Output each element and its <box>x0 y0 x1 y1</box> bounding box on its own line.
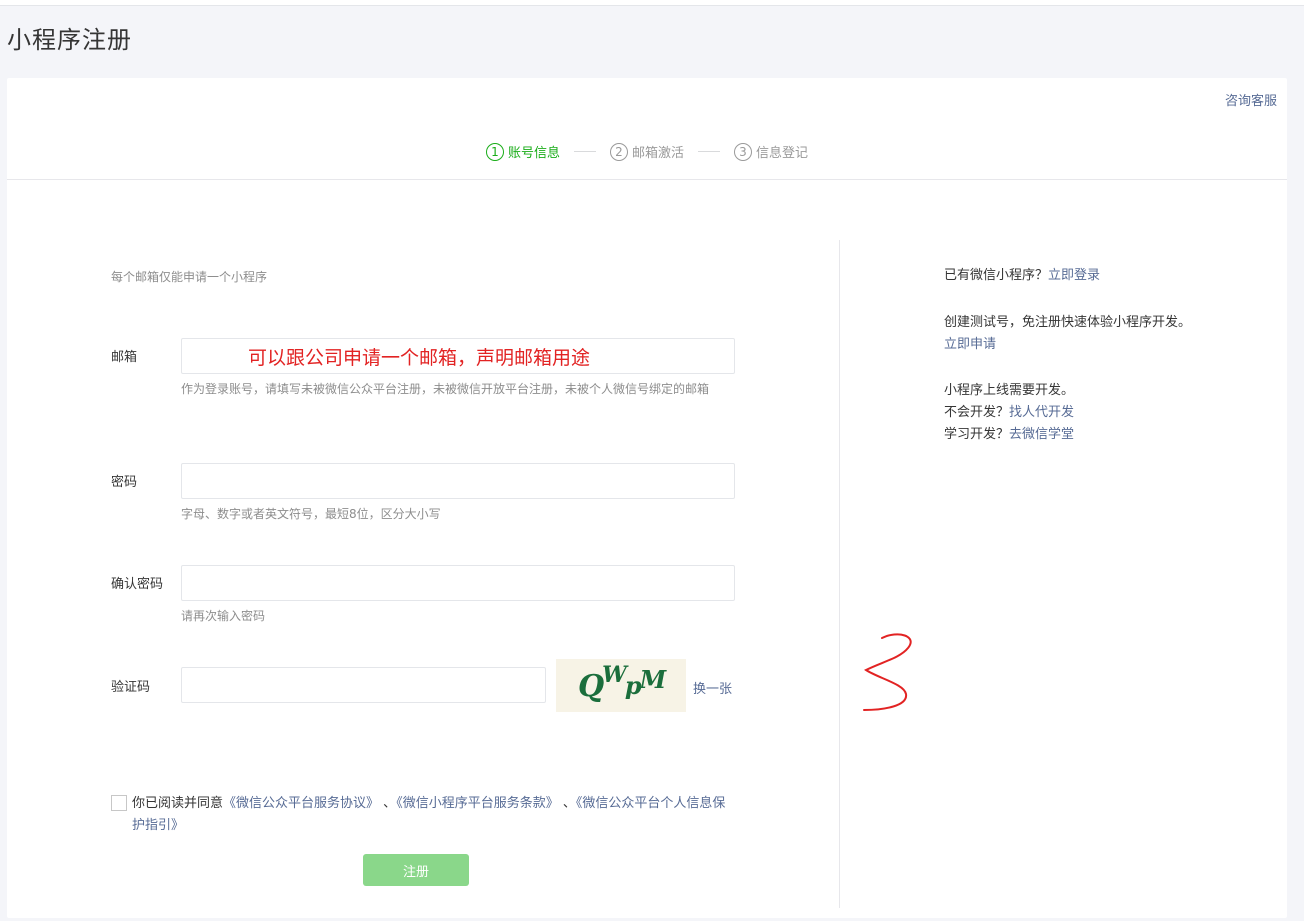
agreement: 你已阅读并同意《微信公众平台服务协议》 、《微信小程序平台服务条款》 、《微信公… <box>111 793 731 837</box>
captcha-image[interactable]: QWpM <box>556 659 686 712</box>
miniprogram-terms-link[interactable]: 《微信小程序平台服务条款》 <box>396 796 559 811</box>
step-number: 3 <box>734 142 752 161</box>
password-field[interactable] <box>181 463 735 499</box>
captcha-field[interactable] <box>181 667 546 703</box>
password-hint: 字母、数字或者英文符号，最短8位，区分大小写 <box>181 507 441 521</box>
dev-question-1: 不会开发？ <box>944 405 1010 420</box>
header-divider <box>7 179 1287 180</box>
login-link[interactable]: 立即登录 <box>1048 268 1100 283</box>
register-button[interactable]: 注册 <box>363 854 469 886</box>
email-label: 邮箱 <box>111 350 138 365</box>
dev-question-2: 学习开发？ <box>944 427 1010 442</box>
agree-checkbox[interactable] <box>111 795 127 811</box>
annotation-scribble <box>863 633 912 711</box>
password-label: 密码 <box>111 475 138 490</box>
customer-service-link[interactable]: 咨询客服 <box>1225 90 1277 109</box>
column-divider <box>839 240 840 908</box>
form-tip: 每个邮箱仅能申请一个小程序 <box>111 270 268 284</box>
confirm-password-field[interactable] <box>181 565 735 601</box>
agreement-prefix: 你已阅读并同意 <box>132 796 224 811</box>
find-developer-link[interactable]: 找人代开发 <box>1009 405 1074 420</box>
sidebar-login: 已有微信小程序？立即登录 <box>944 265 1194 287</box>
login-prompt: 已有微信小程序？ <box>944 268 1049 283</box>
service-agreement-link[interactable]: 《微信公众平台服务协议》 <box>223 796 379 811</box>
apply-test-link[interactable]: 立即申请 <box>944 337 996 352</box>
agreement-separator: 、 <box>383 796 397 811</box>
step-account-info: 1 账号信息 <box>485 142 560 161</box>
step-indicator: 1 账号信息 2 邮箱激活 3 信息登记 <box>7 142 1287 161</box>
page-title: 小程序注册 <box>7 26 132 54</box>
step-number: 2 <box>609 142 628 161</box>
step-number: 1 <box>485 142 504 161</box>
confirm-password-hint: 请再次输入密码 <box>181 609 266 623</box>
agreement-separator: 、 <box>562 796 576 811</box>
dev-required-text: 小程序上线需要开发。 <box>944 383 1075 398</box>
sidebar-test-account: 创建测试号，免注册快速体验小程序开发。立即申请 <box>944 312 1194 356</box>
step-label: 账号信息 <box>507 146 560 161</box>
email-field[interactable] <box>181 338 735 374</box>
sidebar-development: 小程序上线需要开发。 不会开发？找人代开发 学习开发？去微信学堂 <box>944 380 1194 446</box>
captcha-label: 验证码 <box>111 680 151 695</box>
step-label: 邮箱激活 <box>631 146 684 161</box>
wechat-academy-link[interactable]: 去微信学堂 <box>1009 427 1074 442</box>
test-account-text: 创建测试号，免注册快速体验小程序开发。 <box>944 315 1192 330</box>
registration-card: 咨询客服 1 账号信息 2 邮箱激活 3 信息登记 每个邮箱仅能申请一个小程序 … <box>7 78 1287 918</box>
step-connector <box>573 151 596 152</box>
email-hint: 作为登录账号，请填写未被微信公众平台注册，未被微信开放平台注册，未被个人微信号绑… <box>181 382 710 396</box>
confirm-password-label: 确认密码 <box>111 577 164 592</box>
agreement-text: 你已阅读并同意《微信公众平台服务协议》 、《微信小程序平台服务条款》 、《微信公… <box>111 793 731 837</box>
step-label: 信息登记 <box>756 146 809 161</box>
refresh-captcha-link[interactable]: 换一张 <box>693 678 732 697</box>
step-connector <box>698 151 720 152</box>
step-email-activation: 2 邮箱激活 <box>609 142 684 161</box>
top-border <box>0 0 1304 6</box>
step-info-registration: 3 信息登记 <box>734 142 808 161</box>
captcha-image-text: QWpM <box>578 662 666 704</box>
